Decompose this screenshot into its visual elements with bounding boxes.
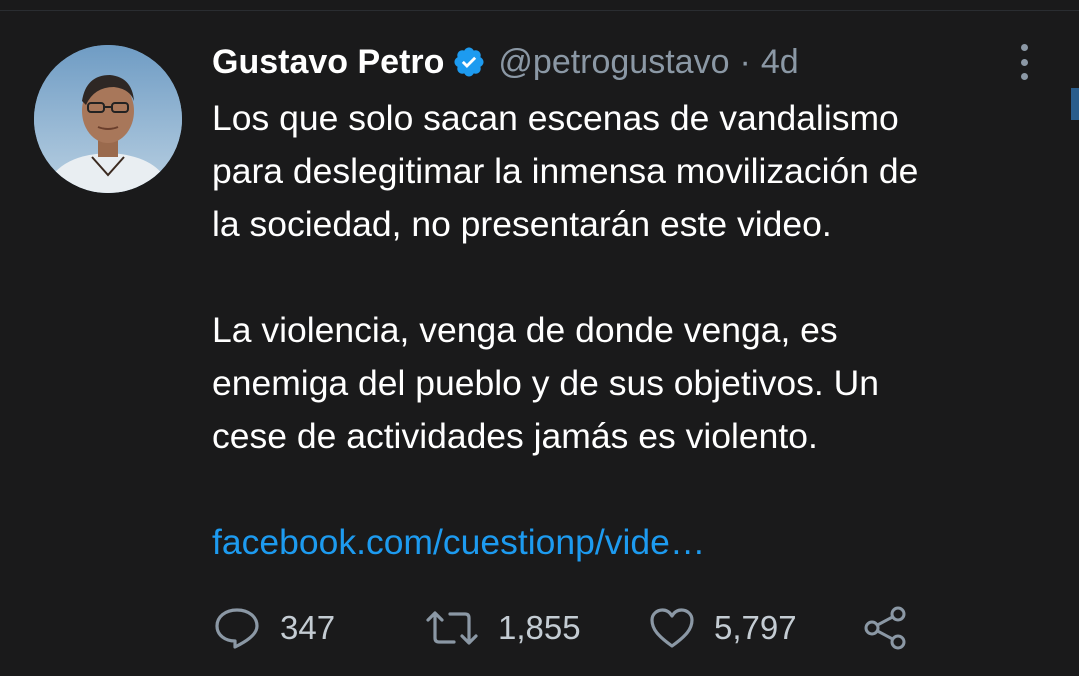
tweet-line: cese de actividades jamás es violento. [212, 416, 818, 456]
avatar-photo [34, 45, 182, 193]
tweet-line: La violencia, venga de donde venga, es [212, 310, 838, 350]
tweet-header: Gustavo Petro @petrogustavo · 4d [212, 38, 799, 86]
heart-icon [650, 608, 694, 648]
author-handle[interactable]: @petrogustavo [498, 43, 729, 82]
tweet-actions: 347 1,855 5,797 [212, 600, 932, 656]
more-vertical-icon[interactable] [1008, 42, 1040, 82]
reply-bubble-icon [215, 608, 259, 649]
author-display-name[interactable]: Gustavo Petro [212, 43, 444, 82]
top-divider [0, 10, 1079, 11]
share-button[interactable] [862, 600, 908, 656]
retweet-icon [426, 611, 478, 645]
share-icon [864, 606, 906, 650]
retweet-button[interactable]: 1,855 [424, 600, 581, 656]
reply-button[interactable]: 347 [212, 600, 335, 656]
reply-count: 347 [280, 609, 336, 646]
tweet-body: Los que solo sacan escenas de vandalismo… [212, 92, 1062, 569]
tweet-line: enemiga del pueblo y de sus objetivos. U… [212, 363, 880, 403]
scrollbar-thumb[interactable] [1071, 88, 1079, 120]
tweet-link[interactable]: facebook.com/cuestionp/vide… [212, 522, 705, 562]
retweet-count: 1,855 [498, 609, 581, 646]
tweet-line: para deslegitimar la inmensa movilizació… [212, 151, 919, 191]
header-separator: · [739, 42, 751, 81]
like-count: 5,797 [714, 609, 797, 646]
tweet-line: la sociedad, no presentarán este video. [212, 204, 832, 244]
verified-badge-icon [452, 45, 486, 79]
tweet-line: Los que solo sacan escenas de vandalismo [212, 98, 899, 138]
tweet-timestamp[interactable]: 4d [761, 43, 799, 82]
avatar[interactable] [34, 45, 182, 193]
like-button[interactable]: 5,797 [648, 600, 797, 656]
